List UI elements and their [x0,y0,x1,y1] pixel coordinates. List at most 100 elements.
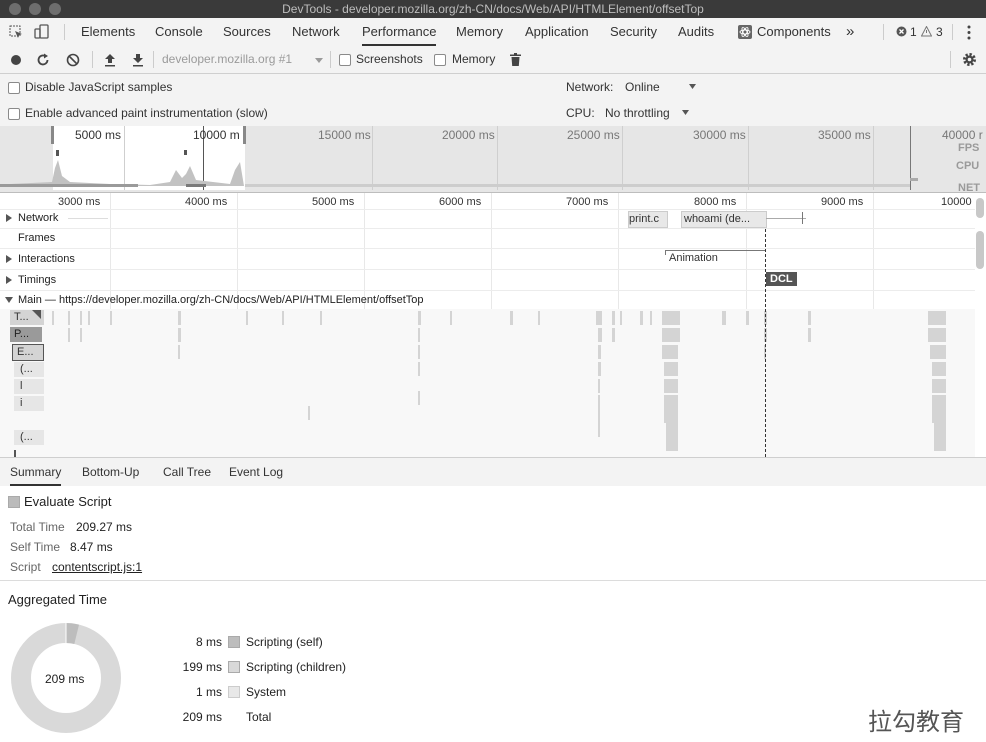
flame-event-selected[interactable]: E... [12,344,44,361]
main-thread-activity [42,311,946,451]
ruler-tick: 4000 ms [185,196,228,208]
load-profile-icon[interactable] [104,53,116,67]
selection-right-handle[interactable] [243,126,246,144]
tab-components[interactable]: Components [757,18,831,46]
dcl-line [765,229,766,457]
more-tabs-button[interactable]: » [846,18,854,46]
kebab-menu-icon[interactable] [966,25,972,41]
chevron-down-icon [682,110,689,115]
aggregate-value: 209 ms [182,710,222,724]
tab-performance[interactable]: Performance [362,18,437,46]
flame-scrollbar-thumb[interactable] [976,231,984,269]
expand-network-icon[interactable] [6,214,12,222]
tab-bottom-up[interactable]: Bottom-Up [82,458,139,486]
tab-sources[interactable]: Sources [223,18,271,46]
reload-record-icon[interactable] [36,53,50,67]
tab-memory[interactable]: Memory [456,18,503,46]
total-time-label: Total Time [10,520,65,534]
inspect-element-icon[interactable] [9,25,23,39]
scripting-self-swatch [228,636,240,648]
memory-label: Memory [452,52,496,66]
collapse-main-icon[interactable] [5,297,13,303]
timeline-overview[interactable]: 5000 ms 10000 m 15000 ms 20000 ms 25000 … [0,126,986,194]
trash-icon[interactable] [510,53,521,66]
zoom-window-icon[interactable] [49,3,61,15]
tab-application[interactable]: Application [525,18,589,46]
ruler-tick: 6000 ms [439,196,482,208]
ruler-tick: 8000 ms [694,196,737,208]
dcl-marker[interactable]: DCL [766,272,797,286]
capture-settings-panel: Disable JavaScript samples Enable advanc… [0,74,986,127]
track-timings[interactable]: Timings [18,274,56,286]
aggregate-value: 199 ms [182,660,222,674]
overview-tick: 40000 r [942,128,983,142]
tab-console[interactable]: Console [155,18,203,46]
overview-tick: 10000 m [193,128,240,142]
track-interactions[interactable]: Interactions [18,253,75,265]
flame-chart[interactable]: 3000 ms 4000 ms 5000 ms 6000 ms 7000 ms … [0,193,986,457]
capture-settings-gear-icon[interactable] [962,52,977,67]
memory-checkbox[interactable] [434,54,446,66]
tab-call-tree[interactable]: Call Tree [163,458,211,486]
window-titlebar: DevTools - developer.mozilla.org/zh-CN/d… [0,0,986,18]
close-window-icon[interactable] [9,3,21,15]
chevron-down-icon [315,58,323,63]
flame-event[interactable]: l [14,379,44,394]
advanced-paint-label: Enable advanced paint instrumentation (s… [25,106,268,120]
minimize-window-icon[interactable] [29,3,41,15]
aggregate-value: 1 ms [195,685,222,699]
flame-scrollbar-thumb[interactable] [976,198,984,218]
tab-security[interactable]: Security [610,18,657,46]
overview-tick: 5000 ms [75,128,122,142]
scripting-children-swatch [228,661,240,673]
flame-event[interactable]: i [14,396,44,411]
clear-icon[interactable] [66,53,80,67]
ruler-tick: 9000 ms [821,196,864,208]
selection-left-handle[interactable] [51,126,54,144]
profile-select[interactable]: developer.mozilla.org #1 [162,46,292,73]
event-color-swatch [8,496,20,508]
ruler-tick: 7000 ms [566,196,609,208]
flame-event[interactable]: P... [10,327,42,342]
screenshots-checkbox[interactable] [339,54,351,66]
network-request[interactable]: print.c [628,211,668,228]
advanced-paint-checkbox[interactable] [8,108,20,120]
track-frames[interactable]: Frames [18,232,55,244]
aggregate-label: Scripting (children) [246,660,347,674]
aggregate-value: 8 ms [195,635,222,649]
details-tab-bar: Summary Bottom-Up Call Tree Event Log [0,457,986,487]
screenshots-label: Screenshots [356,52,423,66]
flame-event[interactable]: (... [14,362,44,377]
tab-audits[interactable]: Audits [678,18,714,46]
warning-count[interactable]: 3 [936,18,943,46]
record-icon[interactable] [10,54,22,66]
script-label: Script [10,560,41,574]
device-toolbar-icon[interactable] [34,24,50,40]
disable-js-samples-checkbox[interactable] [8,82,20,94]
warning-icon [921,26,932,37]
tab-elements[interactable]: Elements [81,18,135,46]
system-swatch [228,686,240,698]
overview-tick: 15000 ms [318,128,371,142]
chevron-down-icon [689,84,696,89]
tab-network[interactable]: Network [292,18,340,46]
tab-event-log[interactable]: Event Log [229,458,283,486]
self-time-label: Self Time [10,540,61,554]
track-network[interactable]: Network [18,212,58,224]
network-throttle-select[interactable]: Online [625,80,660,94]
flame-event[interactable]: (... [14,430,44,445]
network-request[interactable]: whoami (de... [681,211,767,228]
error-count[interactable]: 1 [910,18,917,46]
track-main[interactable]: Main — https://developer.mozilla.org/zh-… [18,294,424,306]
tab-summary[interactable]: Summary [10,458,62,486]
expand-interactions-icon[interactable] [6,255,12,263]
watermark: 拉勾教育 [868,708,964,736]
expand-timings-icon[interactable] [6,276,12,284]
cpu-throttle-select[interactable]: No throttling [605,106,670,120]
total-time-value: 209.27 ms [76,520,133,534]
overview-tick: 20000 ms [442,128,495,142]
save-profile-icon[interactable] [132,53,144,67]
script-link[interactable]: contentscript.js:1 [52,560,142,574]
performance-toolbar: developer.mozilla.org #1 Screenshots Mem… [0,46,986,74]
animation-label[interactable]: Animation [669,252,718,264]
